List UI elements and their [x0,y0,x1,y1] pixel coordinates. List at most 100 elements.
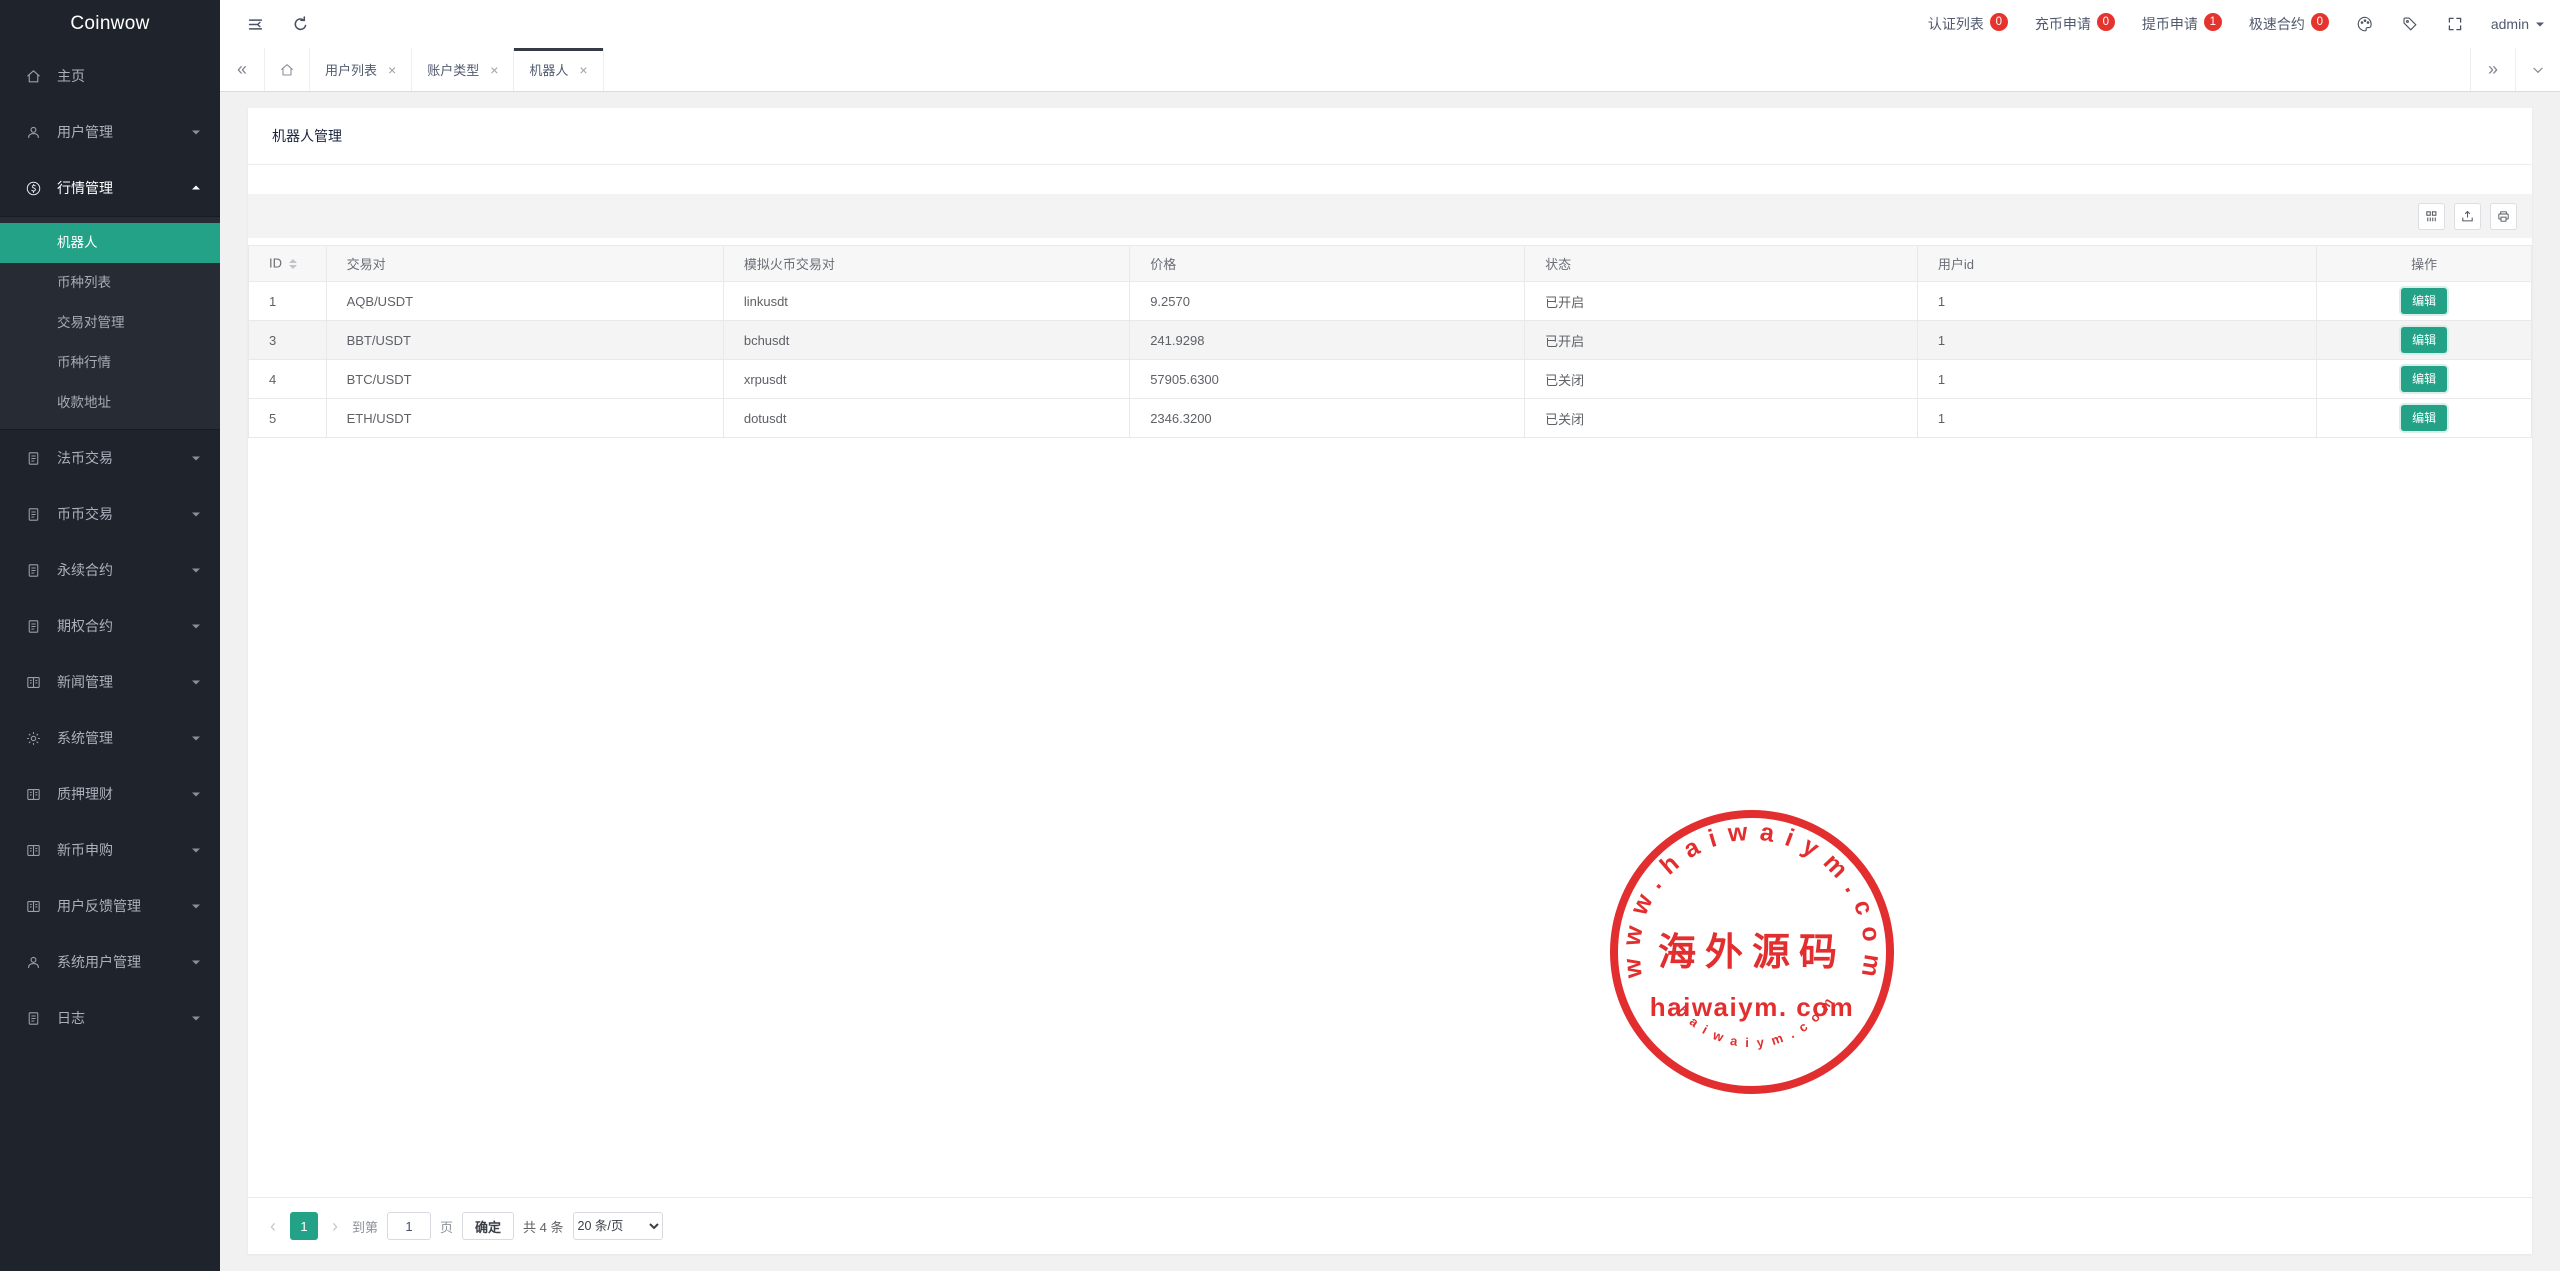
sidebar-item-label: 质押理财 [57,784,113,804]
tab-label: 机器人 [529,60,568,79]
topbar-item-auth-list[interactable]: 认证列表 0 [1928,14,2008,34]
sidebar-subitem-coin-market[interactable]: 币种行情 [0,343,220,383]
caret-down-icon [192,1017,200,1025]
tab-label: 用户列表 [325,60,377,79]
prev-page-icon[interactable]: ‹ [265,1217,281,1235]
caret-down-icon [192,793,200,801]
sidebar-item-label: 币币交易 [57,504,113,524]
table-header-row: ID交易对模拟火币交易对价格状态用户id操作 [249,246,2532,282]
news-icon [25,674,42,691]
column-header-id[interactable]: ID [249,246,327,282]
next-page-icon[interactable]: › [327,1217,343,1235]
users-icon [25,954,42,971]
tab-account-type[interactable]: 账户类型 × [412,48,514,91]
notification-badge: 0 [2311,13,2329,31]
sidebar-subitem-robot[interactable]: 机器人 [0,223,220,263]
notification-badge: 0 [2097,13,2115,31]
table-row: 4 BTC/USDT xrpusdt 57905.6300 已关闭 1 编辑 [249,360,2532,399]
goto-page-input[interactable] [387,1212,431,1240]
sidebar-item-new-coin-subscription[interactable]: 新币申购 [0,822,220,878]
export-button[interactable] [2454,203,2481,230]
caret-down-icon [192,905,200,913]
robot-management-card: 机器人管理 ID交易对模拟火币交易对价格状态用户id操作 [248,108,2532,1254]
market-icon [25,180,42,197]
edit-button[interactable]: 编辑 [2401,405,2447,431]
edit-button[interactable]: 编辑 [2401,327,2447,353]
doc-icon [25,506,42,523]
print-button[interactable] [2490,203,2517,230]
tabs-menu-icon[interactable] [2515,48,2560,91]
caret-down-icon [192,131,200,139]
sidebar-item-staking-finance[interactable]: 质押理财 [0,766,220,822]
caret-down-icon [2536,23,2544,31]
topbar-menu: 认证列表 0 充币申请 0 提币申请 1 极速合约 0 [1928,14,2329,34]
sidebar-item-perpetual-contract[interactable]: 永续合约 [0,542,220,598]
table-row: 3 BBT/USDT bchusdt 241.9298 已开启 1 编辑 [249,321,2532,360]
tab-list: 用户列表 × 账户类型 × 机器人 × [310,48,604,91]
sidebar-item-user-management[interactable]: 用户管理 [0,104,220,160]
table-row: 1 AQB/USDT linkusdt 9.2570 已开启 1 编辑 [249,282,2532,321]
edit-button[interactable]: 编辑 [2401,366,2447,392]
topbar-item-withdraw-request[interactable]: 提币申请 1 [2142,14,2222,34]
sidebar-item-option-contract[interactable]: 期权合约 [0,598,220,654]
table-row: 5 ETH/USDT dotusdt 2346.3200 已关闭 1 编辑 [249,399,2532,438]
sidebar-item-label: 行情管理 [57,178,113,198]
sidebar-item-system-management[interactable]: 系统管理 [0,710,220,766]
tab-home[interactable] [265,48,310,91]
sidebar-item-home[interactable]: 主页 [0,48,220,104]
sidebar-item-fiat-trading[interactable]: 法币交易 [0,430,220,486]
tag-icon[interactable] [2401,15,2419,33]
page-size-select[interactable]: 20 条/页 [573,1212,663,1240]
caret-down-icon [192,737,200,745]
brand-logo: Coinwow [0,0,220,48]
toggle-columns-button[interactable] [2418,203,2445,230]
topbar-item-label: 极速合约 [2249,14,2305,34]
table-container: ID交易对模拟火币交易对价格状态用户id操作 1 AQB/USDT linkus… [248,245,2532,1198]
notification-badge: 1 [2204,13,2222,31]
topbar-item-label: 提币申请 [2142,14,2198,34]
tab-close-icon[interactable]: × [579,63,587,77]
user-menu[interactable]: admin [2491,16,2544,32]
sidebar-item-label: 永续合约 [57,560,113,580]
fullscreen-icon[interactable] [2446,15,2464,33]
topbar-item-deposit-request[interactable]: 充币申请 0 [2035,14,2115,34]
table-toolbar [248,194,2532,238]
content: 机器人管理 ID交易对模拟火币交易对价格状态用户id操作 [220,92,2560,1271]
sidebar-item-news-management[interactable]: 新闻管理 [0,654,220,710]
sidebar-item-user-feedback-management[interactable]: 用户反馈管理 [0,878,220,934]
goto-confirm-button[interactable]: 确定 [462,1212,514,1240]
tabs-scroll-left-icon[interactable]: « [220,48,265,91]
sidebar-toggle-icon[interactable] [246,15,265,34]
caret-down-icon [192,625,200,633]
sidebar-item-logs[interactable]: 日志 [0,990,220,1046]
tab-close-icon[interactable]: × [490,63,498,77]
current-page-button[interactable]: 1 [290,1212,318,1240]
refresh-icon[interactable] [291,15,310,34]
tabs-scroll-right-icon[interactable]: » [2470,48,2515,91]
sidebar-item-label: 主页 [57,66,85,86]
theme-palette-icon[interactable] [2356,15,2374,33]
caret-down-icon [192,961,200,969]
sidebar-item-market-management[interactable]: 行情管理 [0,160,220,216]
main-area: 认证列表 0 充币申请 0 提币申请 1 极速合约 0 admin [220,0,2560,1271]
sidebar-subitem-payment-address[interactable]: 收款地址 [0,383,220,423]
tab-label: 账户类型 [427,60,479,79]
home-icon [279,62,295,78]
page-title: 机器人管理 [248,108,2532,165]
goto-label: 到第 [352,1217,378,1236]
tab-user-list[interactable]: 用户列表 × [310,48,412,91]
users-icon [25,124,42,141]
doc-icon [25,618,42,635]
sidebar: Coinwow 主页 用户管理 行情管理 机器人币种列表交易对管理币种行情收款地… [0,0,220,1271]
caret-down-icon [192,457,200,465]
tab-robot[interactable]: 机器人 × [514,48,603,91]
sidebar-item-coin-trading[interactable]: 币币交易 [0,486,220,542]
topbar-right: 认证列表 0 充币申请 0 提币申请 1 极速合约 0 admin [1928,14,2544,34]
topbar-item-fast-contract[interactable]: 极速合约 0 [2249,14,2329,34]
sidebar-subitem-coin-list[interactable]: 币种列表 [0,263,220,303]
sidebar-item-label: 新闻管理 [57,672,113,692]
sidebar-item-system-user-management[interactable]: 系统用户管理 [0,934,220,990]
edit-button[interactable]: 编辑 [2401,288,2447,314]
sidebar-subitem-trading-pair-management[interactable]: 交易对管理 [0,303,220,343]
tab-close-icon[interactable]: × [388,63,396,77]
